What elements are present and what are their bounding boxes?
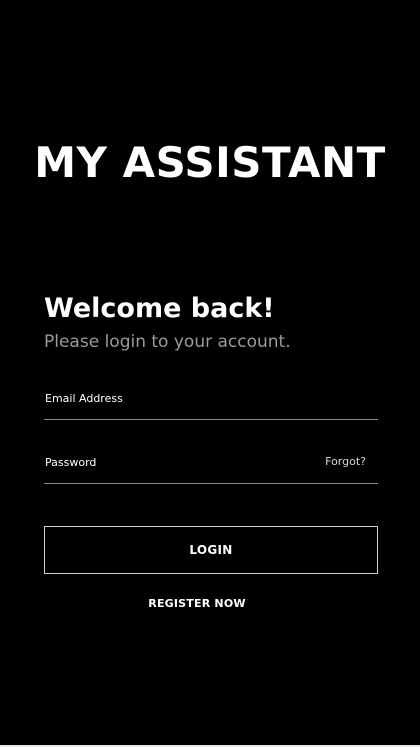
register-now-link[interactable]: REGISTER NOW — [0, 597, 394, 610]
welcome-heading: Welcome back! — [44, 293, 275, 324]
login-button[interactable]: LOGIN — [44, 526, 378, 574]
email-field-container — [44, 383, 378, 420]
welcome-subtitle: Please login to your account. — [44, 332, 291, 352]
forgot-password-link[interactable]: Forgot? — [325, 455, 366, 468]
email-input[interactable] — [44, 383, 305, 413]
password-field-container: Forgot? — [44, 447, 378, 484]
app-title: MY ASSISTANT — [34, 138, 386, 187]
password-input[interactable] — [44, 447, 305, 477]
